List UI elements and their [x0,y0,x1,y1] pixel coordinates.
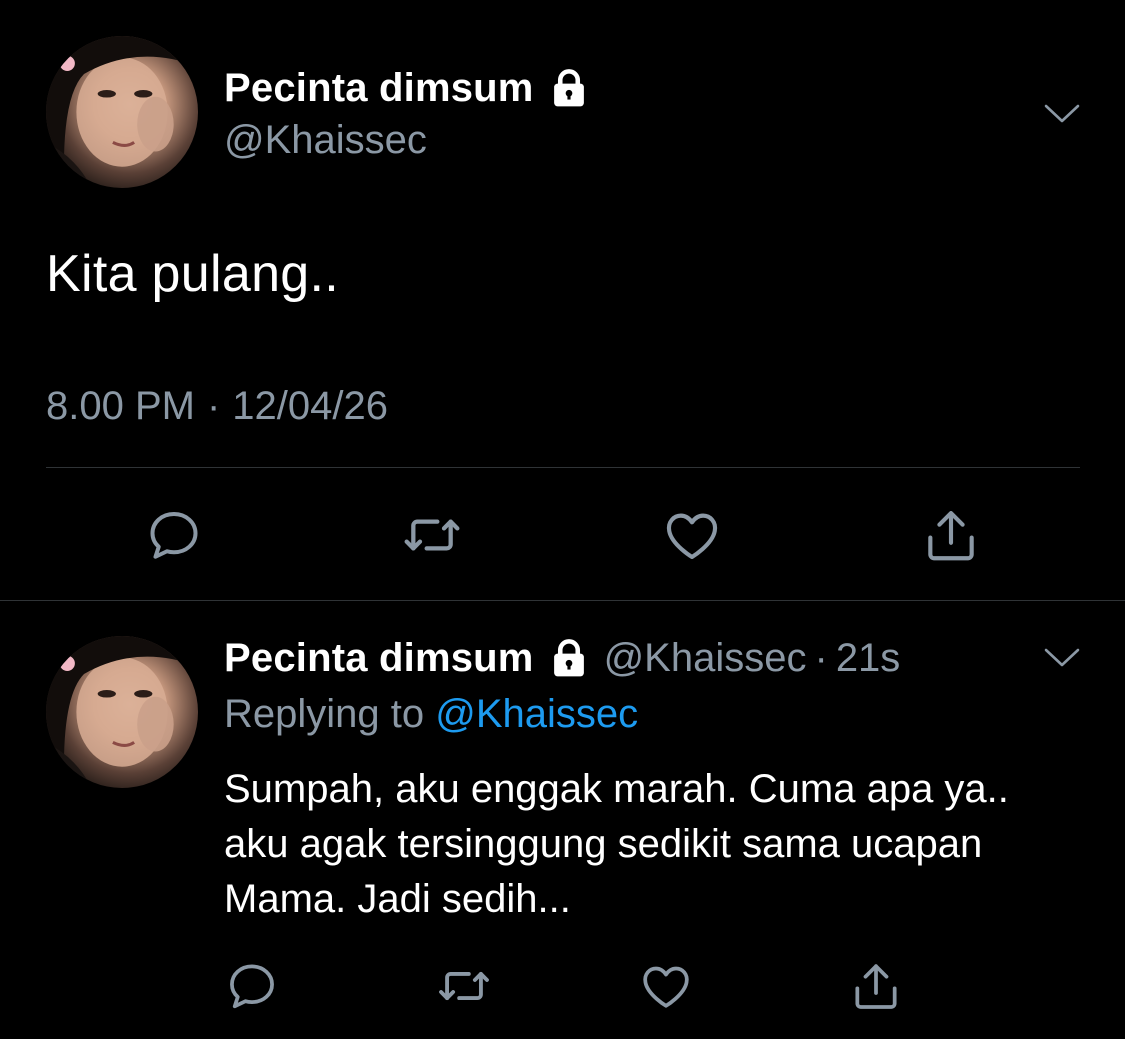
heart-icon [643,966,689,1008]
tweet-date: 12/04/26 [232,384,388,428]
lock-icon [548,637,590,679]
divider [46,467,1080,468]
user-handle[interactable]: @Khaissec [604,636,807,681]
avatar[interactable] [46,636,198,788]
share-icon [855,964,897,1009]
avatar[interactable] [46,36,198,188]
share-button[interactable] [919,503,983,567]
retweet-button[interactable] [434,956,494,1016]
retweet-icon [439,971,489,1001]
share-button[interactable] [846,956,906,1016]
meta-separator: · [206,384,221,428]
tweet-text: Kita pulang.. [46,245,339,303]
share-icon [928,510,974,561]
reply-icon [150,512,198,559]
replying-to-label: Replying to [224,692,425,736]
user-handle[interactable]: @Khaissec [224,118,427,163]
replying-to: Replying to @Khaissec [224,692,638,737]
relative-time[interactable]: 21s [836,636,901,681]
lock-icon [548,67,590,109]
like-button[interactable] [636,956,696,1016]
like-button[interactable] [660,503,724,567]
reply-icon [230,964,274,1009]
retweet-button[interactable] [400,503,464,567]
reply-button[interactable] [222,956,282,1016]
author-name-row[interactable]: Pecinta dimsum [224,62,590,114]
reply-header[interactable]: Pecinta dimsum @Khaissec · 21s [224,632,900,684]
tweet-text: Sumpah, aku enggak marah. Cuma apa ya.. … [224,767,1009,921]
display-name[interactable]: Pecinta dimsum [224,636,534,681]
display-name[interactable]: Pecinta dimsum [224,66,534,111]
meta-separator: · [814,635,828,680]
tweet-time: 8.00 PM [46,384,195,428]
replying-to-mention[interactable]: @Khaissec [435,692,638,736]
reply-button[interactable] [142,503,206,567]
chevron-down-icon[interactable] [1042,646,1082,670]
main-tweet: Pecinta dimsum @Khaissec Kita pulang.. 8… [0,0,1125,600]
avatar-image [46,636,198,788]
heart-icon [666,513,718,560]
tweet-timestamp[interactable]: 8.00 PM · 12/04/26 [46,384,388,429]
chevron-down-icon[interactable] [1042,102,1082,126]
retweet-icon [404,519,460,551]
avatar-image [46,36,198,188]
section-divider [0,600,1125,601]
